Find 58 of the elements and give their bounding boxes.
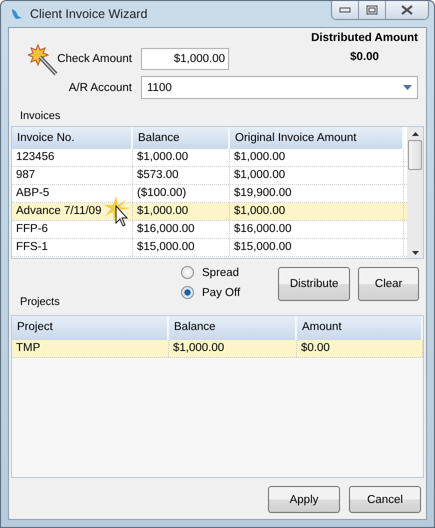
table-cell: TMP bbox=[12, 340, 169, 357]
radio-button[interactable] bbox=[181, 266, 194, 279]
scroll-thumb[interactable] bbox=[408, 140, 422, 170]
ar-account-label: A/R Account bbox=[68, 82, 133, 94]
table-row[interactable]: 987 $573.00 $1,000.00 bbox=[12, 167, 407, 185]
table-row[interactable]: Advance 7/11/09 $1,000.00 $1,000.00 bbox=[12, 203, 407, 221]
column-header[interactable]: Original Invoice Amount bbox=[230, 127, 404, 149]
distributed-amount-value: $0.00 bbox=[350, 51, 379, 63]
section-label: Projects bbox=[19, 296, 60, 310]
radio-label[interactable]: Pay Off bbox=[202, 286, 240, 298]
close-button[interactable] bbox=[386, 1, 428, 19]
table-cell: $16,000.00 bbox=[133, 221, 230, 238]
window-title: Client Invoice Wizard bbox=[30, 7, 148, 21]
table-cell: $1,000.00 bbox=[133, 149, 230, 166]
check-amount-label: Check Amount bbox=[56, 53, 133, 65]
close-icon bbox=[400, 5, 414, 15]
radio-button[interactable] bbox=[181, 286, 194, 299]
distribute-button[interactable]: Distribute bbox=[278, 267, 350, 301]
ar-account-dropdown[interactable]: 1100 bbox=[141, 76, 418, 99]
column-header[interactable]: Balance bbox=[133, 127, 230, 149]
maximize-icon bbox=[366, 5, 378, 15]
maximize-button[interactable] bbox=[359, 1, 386, 19]
clear-button[interactable]: Clear bbox=[358, 267, 420, 301]
table-cell: $19,900.00 bbox=[230, 185, 404, 202]
table-cell: $16,000.00 bbox=[230, 221, 404, 238]
cancel-button[interactable]: Cancel bbox=[349, 486, 421, 513]
dropdown-arrow-icon bbox=[403, 85, 412, 90]
table-cell: 987 bbox=[12, 167, 133, 184]
table-cell: $0.00 bbox=[297, 340, 423, 357]
check-amount-field[interactable]: $1,000.00 bbox=[141, 48, 229, 70]
column-header[interactable]: Project bbox=[12, 316, 169, 340]
apply-button[interactable]: Apply bbox=[268, 486, 340, 513]
table-cell: $1,000.00 bbox=[169, 340, 297, 357]
table-row[interactable]: 123456 $1,000.00 $1,000.00 bbox=[12, 149, 407, 167]
scroll-down-icon[interactable] bbox=[412, 251, 418, 255]
scroll-up-icon[interactable] bbox=[412, 132, 418, 136]
table-cell: FFS-1 bbox=[12, 239, 133, 256]
table-cell: $1,000.00 bbox=[230, 149, 404, 166]
minimize-button[interactable] bbox=[332, 1, 359, 19]
table-cell: $1,000.00 bbox=[230, 203, 404, 220]
column-header[interactable]: Balance bbox=[169, 316, 297, 340]
table-row[interactable]: FFS-1 $15,000.00 $15,000.00 bbox=[12, 239, 407, 257]
table-cell: $1,000.00 bbox=[133, 203, 230, 220]
table-cell: 123456 bbox=[12, 149, 133, 166]
radio-label[interactable]: Spread bbox=[202, 266, 240, 278]
bird-icon bbox=[10, 7, 24, 21]
scrollbar[interactable] bbox=[407, 127, 423, 258]
minimize-icon bbox=[339, 7, 351, 13]
table-cell: $15,000.00 bbox=[133, 239, 230, 256]
column-header[interactable]: Amount bbox=[297, 316, 423, 340]
distributed-amount-label: Distributed Amount bbox=[311, 32, 418, 44]
column-header[interactable]: Invoice No. bbox=[12, 127, 133, 149]
table-row[interactable]: TMP $1,000.00 $0.00 bbox=[12, 340, 423, 358]
section-label: Invoices bbox=[19, 110, 62, 124]
table-cell: ($100.00) bbox=[133, 185, 230, 202]
table-cell: $15,000.00 bbox=[230, 239, 404, 256]
table-cell: $573.00 bbox=[133, 167, 230, 184]
table-cell: $1,000.00 bbox=[230, 167, 404, 184]
